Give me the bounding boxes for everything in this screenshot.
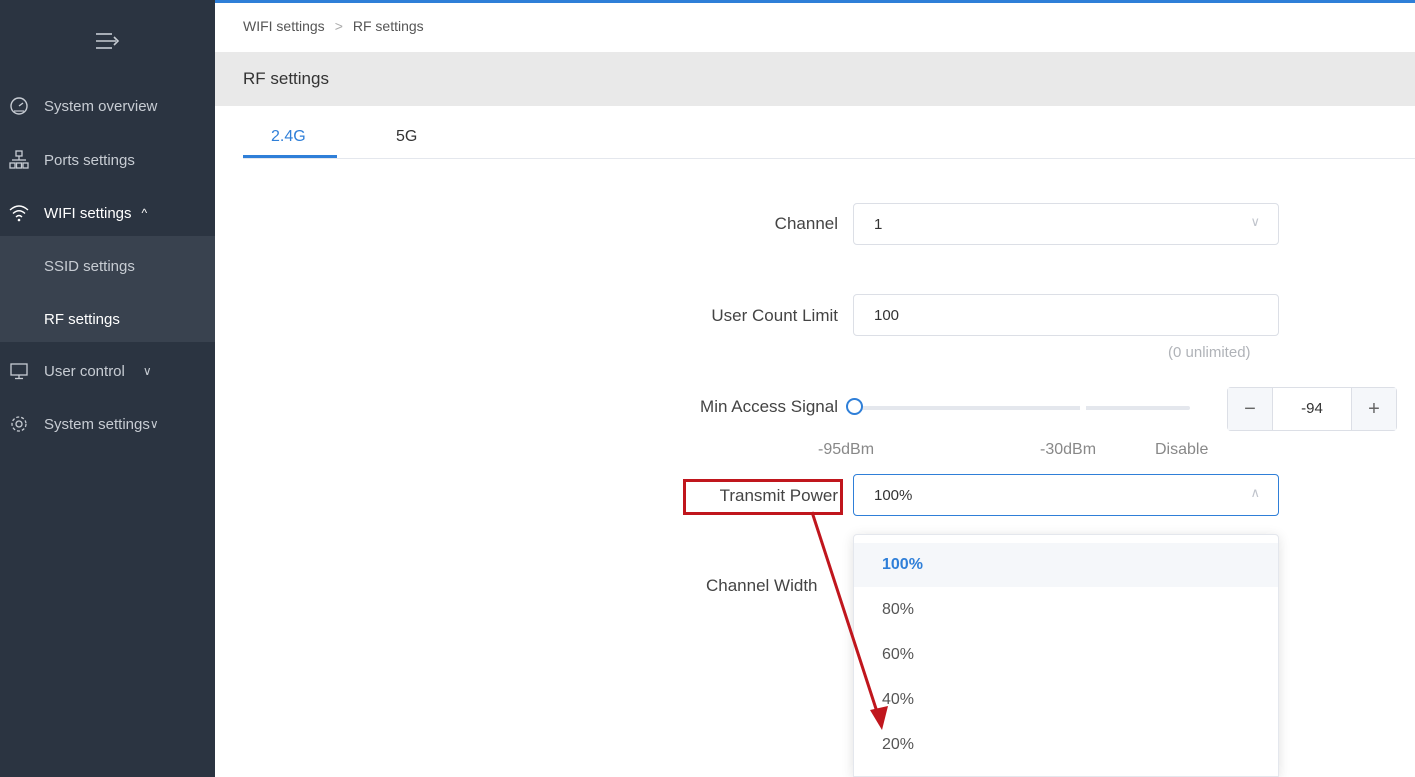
breadcrumb: WIFI settings > RF settings xyxy=(243,18,424,34)
chevron-up-icon: ∧ xyxy=(1250,485,1260,500)
signal-slider-track[interactable] xyxy=(860,406,1190,410)
breadcrumb-parent[interactable]: WIFI settings xyxy=(243,18,325,34)
option-label: 100% xyxy=(882,556,923,573)
breadcrumb-current: RF settings xyxy=(352,18,424,34)
transmit-power-select[interactable]: 100% ∧ xyxy=(853,474,1279,516)
sidebar-item-label: User control xyxy=(44,362,125,380)
user-count-limit-value: 100 xyxy=(874,307,900,324)
sidebar-item-system-settings[interactable]: System settings ∨ xyxy=(0,401,215,447)
channel-select[interactable]: 1 ∨ xyxy=(853,203,1279,245)
sidebar-item-label: Ports settings xyxy=(44,151,135,169)
sidebar-item-label: System overview xyxy=(44,97,158,115)
gauge-icon xyxy=(8,95,30,117)
dropdown-option[interactable]: 60% xyxy=(854,633,1278,677)
channel-width-label: Channel Width xyxy=(706,576,818,595)
slider-tick-max: -30dBm xyxy=(1040,441,1097,458)
wifi-icon xyxy=(8,202,30,224)
sidebar-submenu: SSID settings RF settings xyxy=(0,236,215,342)
chevron-up-icon: ^ xyxy=(141,206,148,220)
transmit-power-value: 100% xyxy=(874,487,913,504)
user-count-limit-hint: (0 unlimited) xyxy=(1168,344,1251,361)
slider-tick-min: -95dBm xyxy=(818,441,875,458)
chevron-down-icon: ∨ xyxy=(1250,214,1260,229)
dropdown-option[interactable]: 20% xyxy=(854,723,1278,767)
channel-value: 1 xyxy=(874,216,883,233)
menu-collapse-icon[interactable] xyxy=(92,28,124,56)
slider-stop-divider xyxy=(1080,404,1086,412)
annotation-highlight-box xyxy=(683,479,843,515)
dropdown-option[interactable]: 40% xyxy=(854,678,1278,722)
breadcrumb-separator: > xyxy=(334,18,343,34)
option-label: 40% xyxy=(882,691,915,708)
signal-slider-handle[interactable] xyxy=(846,398,863,415)
page-title: RF settings xyxy=(243,69,329,88)
stepper-decrement-button[interactable]: − xyxy=(1228,388,1273,430)
active-tab-indicator xyxy=(243,155,337,158)
sidebar: System overview Ports settings WIFI sett… xyxy=(0,0,215,777)
tab-2-4g[interactable]: 2.4G xyxy=(271,128,306,146)
option-label: 80% xyxy=(882,601,915,618)
sidebar-item-wifi-settings[interactable]: WIFI settings ^ xyxy=(0,190,215,236)
signal-stepper: − -94 + xyxy=(1227,387,1397,431)
sidebar-item-label: System settings xyxy=(44,415,150,433)
transmit-power-dropdown: 100% 80% 60% 40% 20% xyxy=(853,534,1279,777)
user-count-limit-label: User Count Limit xyxy=(711,306,838,325)
option-label: 60% xyxy=(882,646,915,663)
tab-5g[interactable]: 5G xyxy=(396,128,417,146)
min-access-signal-label: Min Access Signal xyxy=(700,397,838,416)
band-tabs: 2.4G 5G xyxy=(243,106,1415,159)
sidebar-subitem-ssid-settings[interactable]: SSID settings xyxy=(44,258,135,275)
stepper-value[interactable]: -94 xyxy=(1272,400,1352,417)
channel-label: Channel xyxy=(774,214,838,233)
monitor-icon xyxy=(8,360,30,382)
user-count-limit-input[interactable]: 100 xyxy=(853,294,1279,336)
sidebar-item-ports-settings[interactable]: Ports settings xyxy=(0,137,215,183)
option-label: 20% xyxy=(882,736,915,753)
chevron-down-icon: ∨ xyxy=(142,364,152,378)
sidebar-subitem-rf-settings[interactable]: RF settings xyxy=(44,311,120,328)
chevron-down-icon: ∨ xyxy=(149,417,159,431)
sidebar-item-label: WIFI settings xyxy=(44,204,132,222)
sidebar-item-user-control[interactable]: User control ∨ xyxy=(0,348,215,394)
gear-icon xyxy=(8,413,30,435)
dropdown-option[interactable]: 100% xyxy=(854,543,1278,587)
sidebar-item-system-overview[interactable]: System overview xyxy=(0,83,215,129)
slider-tick-disable: Disable xyxy=(1155,441,1209,458)
stepper-increment-button[interactable]: + xyxy=(1351,388,1396,430)
page-title-bar: RF settings xyxy=(215,52,1415,106)
network-icon xyxy=(8,149,30,171)
dropdown-option[interactable]: 80% xyxy=(854,588,1278,632)
